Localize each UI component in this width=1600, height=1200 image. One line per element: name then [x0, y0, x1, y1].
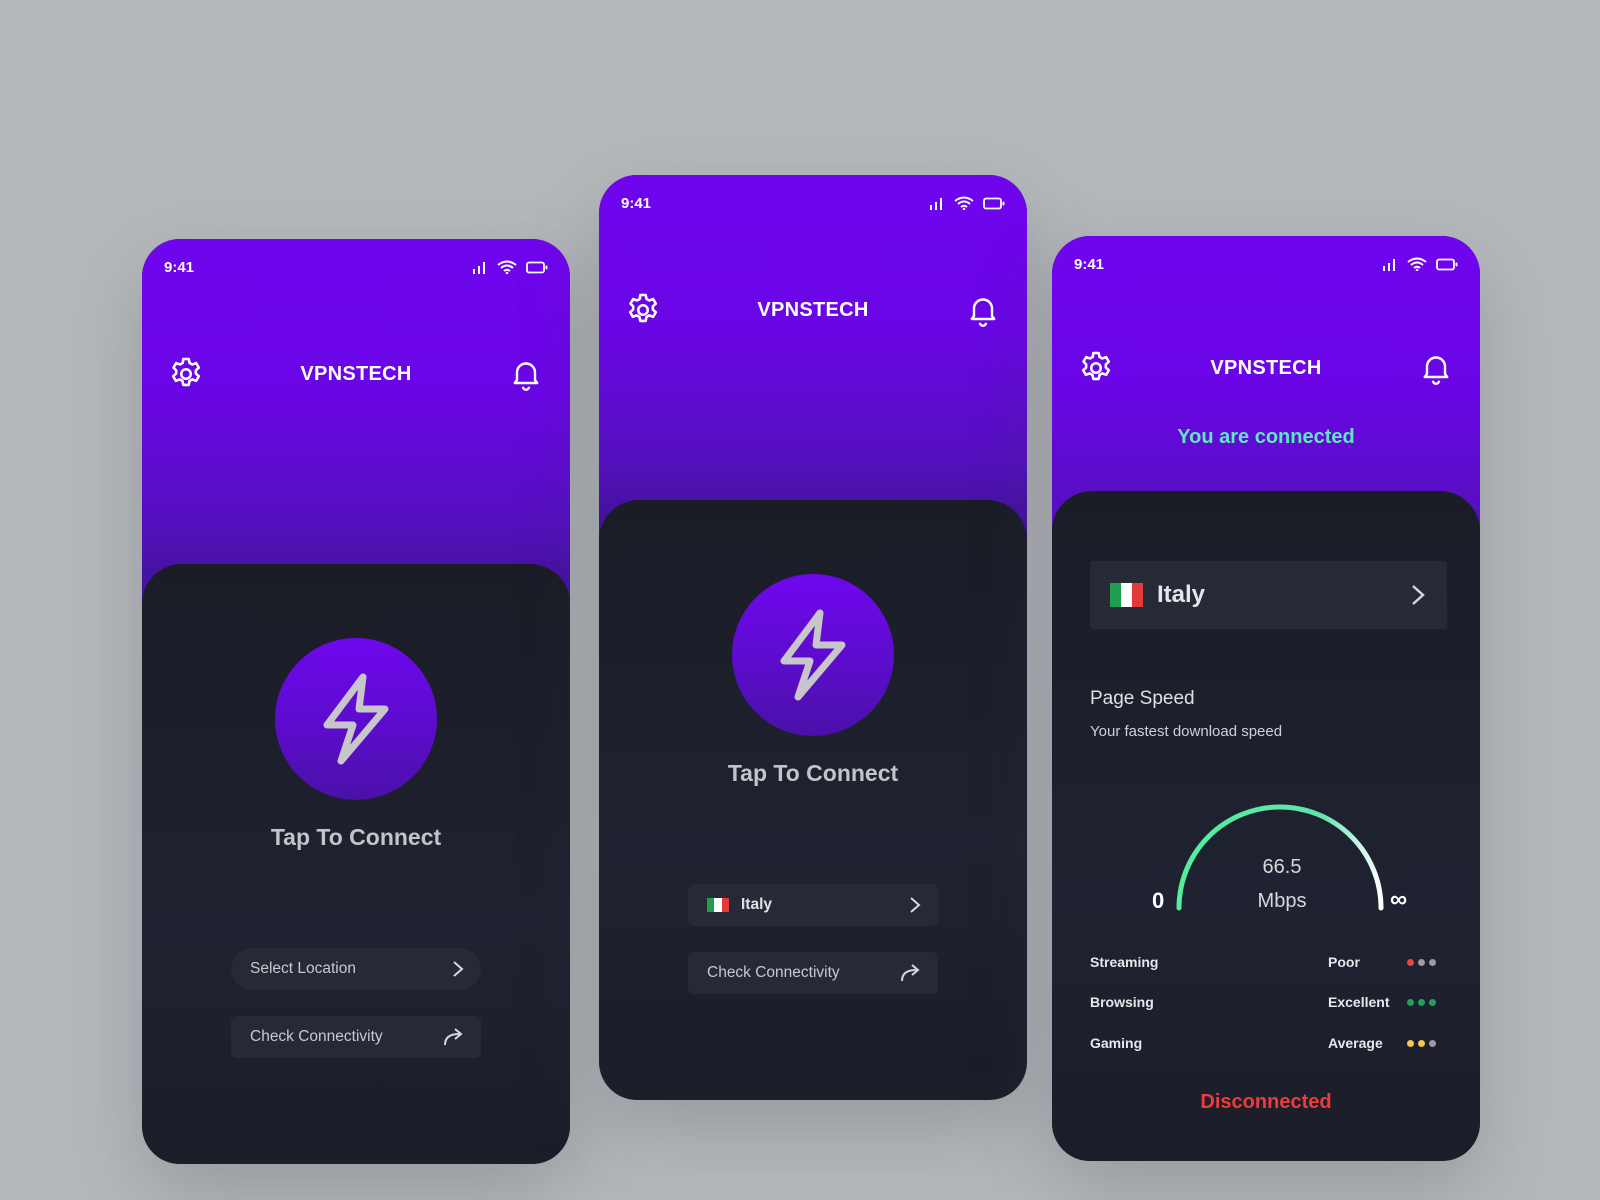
top-bar: VPNSTECH: [623, 290, 1003, 330]
status-bar: 9:41: [164, 257, 548, 277]
quality-label: Browsing: [1090, 994, 1154, 1010]
rating-dot: [1418, 958, 1425, 966]
location-button[interactable]: Italy: [688, 884, 938, 926]
signal-icon: [930, 198, 942, 210]
speed-gauge: 0 ∞ 66.5 Mbps: [1132, 776, 1432, 916]
content-panel: Tap To Connect Select Location Check Con…: [142, 564, 570, 1164]
bell-icon: [1423, 356, 1449, 385]
connection-status-message: You are connected: [1177, 426, 1355, 448]
settings-button[interactable]: [166, 354, 206, 394]
quality-row-browsing: Browsing Excellent: [1090, 992, 1436, 1012]
rating-dot: [1407, 1039, 1414, 1047]
app-title: VPNSTECH: [757, 298, 869, 321]
phone-screen-connected: 9:41 VPNSTECH You are connected Italy Pa…: [1052, 236, 1480, 1161]
notifications-button[interactable]: [506, 354, 546, 394]
quality-dots: [1407, 1039, 1436, 1047]
rating-dot: [1407, 998, 1414, 1006]
app-title: VPNSTECH: [1210, 356, 1322, 379]
rating-dot: [1418, 1039, 1425, 1047]
lightning-icon: [780, 609, 846, 701]
gear-icon: [171, 357, 201, 387]
rating-dot: [1418, 998, 1425, 1006]
lightning-icon: [323, 673, 389, 765]
quality-row-gaming: Gaming Average: [1090, 1033, 1436, 1053]
chevron-right-icon: [453, 961, 464, 977]
phone-screen-location-selected: 9:41 VPNSTECH Tap To Connect Italy Check…: [599, 175, 1027, 1100]
rating-dot: [1429, 958, 1436, 966]
italy-flag-icon: [707, 898, 729, 912]
chevron-right-icon: [910, 897, 921, 913]
connect-button[interactable]: [275, 638, 437, 800]
quality-rating: Excellent: [1328, 994, 1390, 1010]
signal-icon: [1383, 259, 1395, 271]
quality-dots: [1407, 958, 1436, 966]
battery-icon: [983, 197, 1005, 209]
quality-rating: Poor: [1328, 954, 1360, 970]
rating-dot: [1407, 958, 1414, 966]
check-connectivity-label: Check Connectivity: [707, 964, 840, 981]
check-connectivity-label: Check Connectivity: [250, 1028, 383, 1045]
page-speed-subtitle: Your fastest download speed: [1090, 723, 1283, 740]
rating-dot: [1429, 998, 1436, 1006]
location-label: Italy: [741, 896, 773, 913]
signal-icon: [473, 262, 485, 274]
quality-rating: Average: [1328, 1035, 1383, 1051]
top-bar: VPNSTECH: [1076, 348, 1456, 388]
select-location-button[interactable]: Select Location: [231, 948, 481, 990]
share-arrow-icon: [901, 964, 920, 982]
notifications-button[interactable]: [963, 290, 1003, 330]
battery-icon: [1436, 258, 1458, 270]
bell-icon: [513, 362, 539, 391]
phone-screen-select-location: 9:41 VPNSTECH Tap To Connect Select Loca…: [142, 239, 570, 1164]
gauge-value: 66.5: [1262, 856, 1302, 878]
wifi-icon: [1407, 257, 1427, 271]
quality-dots: [1407, 998, 1436, 1006]
disconnect-status-button[interactable]: Disconnected: [1052, 1091, 1480, 1114]
status-time: 9:41: [621, 194, 652, 212]
wifi-icon: [497, 260, 517, 274]
notifications-button[interactable]: [1416, 348, 1456, 388]
gauge-unit: Mbps: [1257, 890, 1307, 912]
rating-dot: [1429, 1039, 1436, 1047]
gear-icon: [1081, 351, 1111, 381]
connect-button[interactable]: [732, 574, 894, 736]
bell-icon: [970, 298, 996, 327]
settings-button[interactable]: [623, 290, 663, 330]
quality-label: Gaming: [1090, 1035, 1143, 1051]
country-selector[interactable]: Italy: [1090, 561, 1447, 629]
quality-row-streaming: Streaming Poor: [1090, 952, 1436, 972]
tap-to-connect-label: Tap To Connect: [270, 824, 442, 850]
status-time: 9:41: [164, 258, 195, 276]
check-connectivity-button[interactable]: Check Connectivity: [688, 952, 938, 994]
chevron-right-icon: [1412, 585, 1425, 605]
header-background: [142, 239, 570, 619]
select-location-label: Select Location: [250, 960, 356, 977]
header-background: [599, 175, 1027, 555]
tap-to-connect-label: Tap To Connect: [727, 760, 899, 786]
check-connectivity-button[interactable]: Check Connectivity: [231, 1016, 481, 1058]
quality-label: Streaming: [1090, 954, 1159, 970]
country-name: Italy: [1157, 581, 1206, 608]
app-title: VPNSTECH: [300, 362, 412, 385]
wifi-icon: [954, 196, 974, 210]
status-time: 9:41: [1074, 255, 1105, 273]
top-bar: VPNSTECH: [166, 354, 546, 394]
content-panel: Tap To Connect Italy Check Connectivity: [599, 500, 1027, 1075]
status-bar: 9:41: [621, 193, 1005, 213]
battery-icon: [526, 261, 548, 273]
gear-icon: [628, 293, 658, 323]
share-arrow-icon: [444, 1028, 463, 1046]
status-bar: 9:41: [1074, 254, 1458, 274]
settings-button[interactable]: [1076, 348, 1116, 388]
italy-flag-icon: [1110, 583, 1143, 607]
page-speed-title: Page Speed: [1090, 688, 1195, 709]
